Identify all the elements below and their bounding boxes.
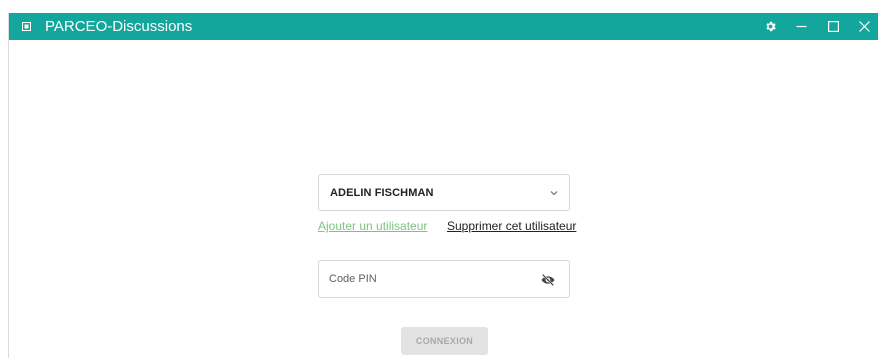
maximize-icon — [827, 21, 839, 32]
close-icon — [858, 21, 870, 32]
minimize-button[interactable] — [786, 13, 816, 40]
pin-field — [318, 260, 570, 298]
screen: PARCEO-Discussions ADELIN FISCHMAN Ajout… — [0, 0, 878, 358]
app-icon — [22, 22, 31, 31]
user-select[interactable]: ADELIN FISCHMAN — [318, 174, 570, 211]
gear-icon — [765, 21, 776, 32]
chevron-down-icon — [550, 191, 558, 196]
app-window: PARCEO-Discussions ADELIN FISCHMAN Ajout… — [8, 13, 878, 358]
title-bar[interactable]: PARCEO-Discussions — [9, 13, 878, 40]
login-panel: ADELIN FISCHMAN Ajouter un utilisateur S… — [9, 40, 878, 358]
window-title: PARCEO-Discussions — [45, 18, 193, 35]
maximize-button[interactable] — [818, 13, 848, 40]
settings-button[interactable] — [755, 13, 785, 40]
eye-off-icon[interactable] — [540, 272, 556, 288]
minimize-icon — [796, 25, 806, 28]
pin-input[interactable] — [329, 270, 519, 288]
desktop-edge — [0, 0, 8, 358]
remove-user-link[interactable]: Supprimer cet utilisateur — [447, 219, 576, 233]
close-button[interactable] — [849, 13, 878, 40]
connect-button[interactable]: CONNEXION — [401, 327, 488, 355]
selected-user: ADELIN FISCHMAN — [330, 187, 434, 199]
add-user-link[interactable]: Ajouter un utilisateur — [318, 219, 427, 233]
